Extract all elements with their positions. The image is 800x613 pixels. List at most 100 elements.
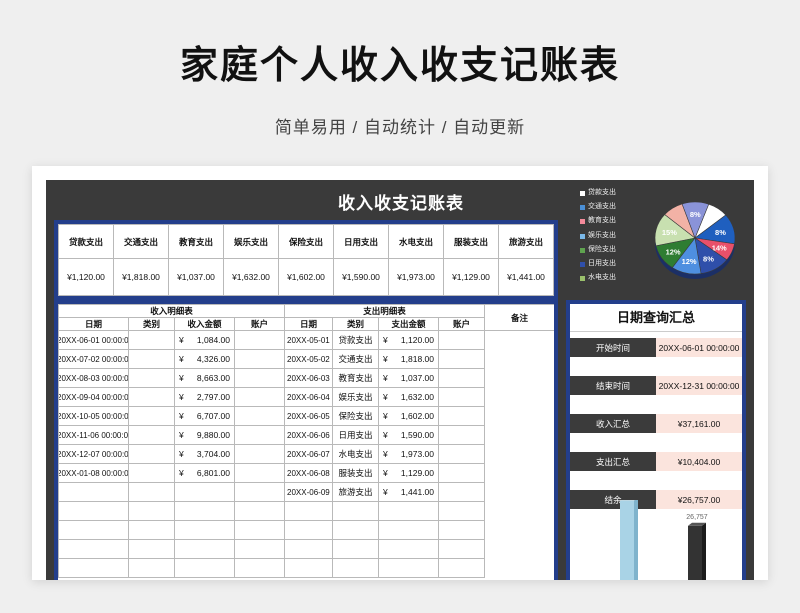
expense-date-cell[interactable] [284,558,334,578]
income-date-cell[interactable] [58,558,129,578]
income-category-cell[interactable] [128,425,175,445]
income-category-cell[interactable] [128,463,175,483]
category-name-cell[interactable]: 贷款支出 [58,224,114,259]
income-category-cell[interactable] [128,349,175,369]
category-amount-cell[interactable]: ¥1,037.00 [168,258,224,296]
expense-amount-cell[interactable]: ¥1,973.00 [378,444,440,464]
start-date-field[interactable]: 20XX-06-01 00:00:00 [656,338,742,357]
category-amount-cell[interactable]: ¥1,973.00 [388,258,444,296]
income-amount-cell[interactable]: ¥6,707.00 [174,406,235,426]
income-category-cell[interactable] [128,368,175,388]
expense-amount-cell[interactable]: ¥1,037.00 [378,368,440,388]
income-account-cell[interactable] [233,482,286,502]
category-name-cell[interactable]: 保险支出 [278,224,334,259]
income-date-cell[interactable]: 20XX-10-05 00:00:00 [58,406,129,426]
income-date-cell[interactable] [58,539,129,559]
income-account-cell[interactable] [233,520,286,540]
income-date-cell[interactable]: 20XX-09-04 00:00:00 [58,387,129,407]
income-amount-cell[interactable]: ¥3,704.00 [174,444,235,464]
income-amount-cell[interactable] [174,482,235,502]
expense-date-cell[interactable]: 20XX-06-05 00:00:00 [284,406,334,426]
income-amount-cell[interactable]: ¥8,663.00 [174,368,235,388]
income-category-cell[interactable] [128,482,175,502]
income-category-cell[interactable] [128,501,175,521]
expense-amount-cell[interactable]: ¥1,590.00 [378,425,440,445]
income-account-cell[interactable] [233,558,286,578]
expense-date-cell[interactable]: 20XX-06-08 00:00:00 [284,463,334,483]
expense-amount-cell[interactable] [378,539,440,559]
income-category-cell[interactable] [128,558,175,578]
income-amount-cell[interactable] [174,501,235,521]
category-amount-cell[interactable]: ¥1,632.00 [223,258,279,296]
expense-date-cell[interactable]: 20XX-06-07 00:00:00 [284,444,334,464]
expense-amount-cell[interactable]: ¥1,129.00 [378,463,440,483]
category-name-cell[interactable]: 服装支出 [443,224,499,259]
expense-category-cell[interactable] [332,501,380,521]
income-date-cell[interactable]: 20XX-01-08 00:00:00 [58,463,129,483]
income-account-cell[interactable] [233,349,286,369]
expense-account-cell[interactable] [438,425,486,445]
income-amount-cell[interactable] [174,558,235,578]
expense-amount-cell[interactable]: ¥1,632.00 [378,387,440,407]
expense-date-cell[interactable] [284,501,334,521]
category-name-cell[interactable]: 日用支出 [333,224,389,259]
income-date-cell[interactable]: 20XX-07-02 00:00:00 [58,349,129,369]
expense-date-cell[interactable]: 20XX-05-02 00:00:00 [284,349,334,369]
expense-account-cell[interactable] [438,482,486,502]
expense-category-cell[interactable]: 水电支出 [332,444,380,464]
income-account-cell[interactable] [233,330,286,350]
income-category-cell[interactable] [128,539,175,559]
income-date-cell[interactable] [58,520,129,540]
income-amount-cell[interactable] [174,539,235,559]
expense-category-cell[interactable]: 日用支出 [332,425,380,445]
expense-category-cell[interactable] [332,558,380,578]
income-amount-cell[interactable]: ¥1,084.00 [174,330,235,350]
expense-amount-cell[interactable]: ¥1,120.00 [378,330,440,350]
expense-account-cell[interactable] [438,463,486,483]
income-account-cell[interactable] [233,425,286,445]
expense-date-cell[interactable]: 20XX-06-09 00:00:00 [284,482,334,502]
expense-date-cell[interactable]: 20XX-06-04 00:00:00 [284,387,334,407]
expense-amount-cell[interactable]: ¥1,602.00 [378,406,440,426]
income-account-cell[interactable] [233,463,286,483]
income-category-cell[interactable] [128,387,175,407]
category-name-cell[interactable]: 交通支出 [113,224,169,259]
income-amount-cell[interactable]: ¥6,801.00 [174,463,235,483]
expense-date-cell[interactable]: 20XX-05-01 00:00:00 [284,330,334,350]
income-category-cell[interactable] [128,444,175,464]
income-date-cell[interactable]: 20XX-11-06 00:00:00 [58,425,129,445]
category-amount-cell[interactable]: ¥1,441.00 [498,258,554,296]
income-amount-cell[interactable] [174,520,235,540]
expense-date-cell[interactable]: 20XX-06-06 00:00:00 [284,425,334,445]
expense-account-cell[interactable] [438,387,486,407]
income-category-cell[interactable] [128,520,175,540]
category-name-cell[interactable]: 教育支出 [168,224,224,259]
category-amount-cell[interactable]: ¥1,602.00 [278,258,334,296]
expense-amount-cell[interactable]: ¥1,441.00 [378,482,440,502]
income-amount-cell[interactable]: ¥9,880.00 [174,425,235,445]
expense-account-cell[interactable] [438,501,486,521]
expense-account-cell[interactable] [438,558,486,578]
income-category-cell[interactable] [128,330,175,350]
expense-account-cell[interactable] [438,539,486,559]
expense-account-cell[interactable] [438,330,486,350]
expense-category-cell[interactable]: 娱乐支出 [332,387,380,407]
expense-account-cell[interactable] [438,520,486,540]
income-date-cell[interactable]: 20XX-12-07 00:00:00 [58,444,129,464]
income-category-cell[interactable] [128,406,175,426]
income-date-cell[interactable]: 20XX-06-01 00:00:00 [58,330,129,350]
expense-category-cell[interactable]: 服装支出 [332,463,380,483]
category-amount-cell[interactable]: ¥1,120.00 [58,258,114,296]
expense-account-cell[interactable] [438,444,486,464]
expense-account-cell[interactable] [438,406,486,426]
expense-date-cell[interactable]: 20XX-06-03 00:00:00 [284,368,334,388]
expense-category-cell[interactable]: 贷款支出 [332,330,380,350]
expense-category-cell[interactable] [332,520,380,540]
expense-account-cell[interactable] [438,368,486,388]
income-date-cell[interactable] [58,501,129,521]
category-name-cell[interactable]: 旅游支出 [498,224,554,259]
income-amount-cell[interactable]: ¥2,797.00 [174,387,235,407]
expense-category-cell[interactable] [332,539,380,559]
expense-date-cell[interactable] [284,520,334,540]
income-account-cell[interactable] [233,501,286,521]
